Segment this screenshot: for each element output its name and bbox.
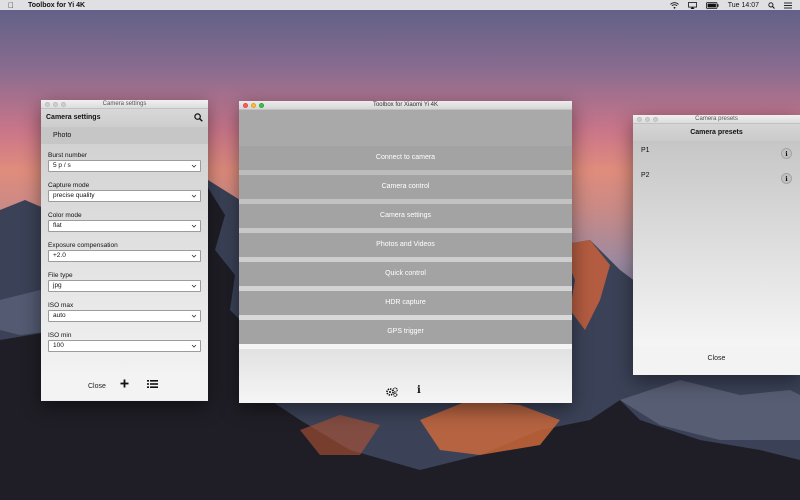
color-mode-select[interactable]: flat [48, 220, 201, 232]
window-controls [637, 117, 658, 122]
zoom-window-button[interactable] [259, 103, 264, 108]
preset-label: P1 [641, 147, 650, 154]
file-type-select[interactable]: jpg [48, 280, 201, 292]
gears-icon[interactable] [386, 387, 398, 397]
burst-number-select[interactable]: 5 p / s [48, 160, 201, 172]
select-value: flat [53, 222, 62, 229]
gps-trigger-button[interactable]: GPS trigger [239, 320, 572, 344]
chevron-down-icon [191, 194, 197, 198]
close-window-button[interactable] [637, 117, 642, 122]
capture-mode-select[interactable]: precise quality [48, 190, 201, 202]
presets-list: P1 i P2 i [633, 141, 800, 346]
chevron-down-icon [191, 164, 197, 168]
camera-settings-window: Camera settings Camera settings Photo Bu… [41, 100, 208, 401]
field-label-iso-min: ISO min [48, 332, 72, 339]
field-label-file-type: File type [48, 272, 73, 279]
field-label-burst-number: Burst number [48, 152, 88, 159]
close-button[interactable]: Close [88, 383, 106, 390]
select-value: 100 [53, 342, 64, 349]
select-value: +2.0 [53, 252, 66, 259]
zoom-window-button[interactable] [61, 102, 66, 107]
window-title: Camera presets [695, 116, 738, 122]
apple-menu-icon[interactable]:  [8, 1, 14, 10]
settings-header-title: Camera settings [46, 114, 101, 121]
menu-app-name[interactable]: Toolbox for Yi 4K [28, 2, 85, 9]
window-controls [45, 102, 66, 107]
add-icon[interactable] [120, 379, 129, 388]
main-window: Toolbox for Xiaomi Yi 4K Connect to came… [239, 101, 572, 403]
settings-header: Camera settings [41, 109, 208, 127]
field-label-capture-mode: Capture mode [48, 182, 90, 189]
main-header-area [239, 110, 572, 146]
quick-control-button[interactable]: Quick control [239, 262, 572, 286]
spotlight-search-icon[interactable] [768, 1, 775, 9]
chevron-down-icon [191, 254, 197, 258]
camera-presets-window: Camera presets Camera presets P1 i P2 i … [633, 115, 800, 375]
notification-center-icon[interactable] [784, 2, 792, 9]
select-value: jpg [53, 282, 62, 289]
minimize-window-button[interactable] [251, 103, 256, 108]
main-menu: Connect to camera Camera control Camera … [239, 146, 572, 344]
presets-header: Camera presets [633, 124, 800, 141]
chevron-down-icon [191, 344, 197, 348]
camera-settings-button[interactable]: Camera settings [239, 204, 572, 228]
menu-bar-status-area: Tue 14:07 [669, 0, 792, 10]
battery-icon[interactable] [705, 1, 719, 9]
select-value: precise quality [53, 192, 95, 199]
preset-label: P2 [641, 172, 650, 179]
menu-bar-clock[interactable]: Tue 14:07 [728, 2, 759, 9]
select-value: 5 p / s [53, 162, 71, 169]
preset-info-icon[interactable]: i [781, 173, 792, 184]
presets-close-button[interactable]: Close [708, 355, 726, 362]
iso-max-select[interactable]: auto [48, 310, 201, 322]
camera-control-button[interactable]: Camera control [239, 175, 572, 199]
main-window-titlebar[interactable]: Toolbox for Xiaomi Yi 4K [239, 101, 572, 110]
select-value: auto [53, 312, 66, 319]
preset-item-p1[interactable]: P1 i [633, 146, 800, 171]
list-icon[interactable] [147, 380, 158, 388]
close-window-button[interactable] [45, 102, 50, 107]
main-footer: i [239, 349, 572, 403]
camera-presets-titlebar[interactable]: Camera presets [633, 115, 800, 124]
preset-info-icon[interactable]: i [781, 148, 792, 159]
minimize-window-button[interactable] [645, 117, 650, 122]
search-icon[interactable] [194, 113, 203, 122]
preset-item-p2[interactable]: P2 i [633, 171, 800, 196]
iso-min-select[interactable]: 100 [48, 340, 201, 352]
chevron-down-icon [191, 224, 197, 228]
field-label-exposure-compensation: Exposure compensation [48, 242, 118, 249]
connect-to-camera-button[interactable]: Connect to camera [239, 146, 572, 170]
zoom-window-button[interactable] [653, 117, 658, 122]
field-label-color-mode: Color mode [48, 212, 82, 219]
settings-footer: Close [41, 372, 208, 400]
window-controls [243, 103, 264, 108]
hdr-capture-button[interactable]: HDR capture [239, 291, 572, 315]
settings-fields: Burst number 5 p / s Capture mode precis… [41, 144, 208, 372]
camera-settings-titlebar[interactable]: Camera settings [41, 100, 208, 109]
field-label-iso-max: ISO max [48, 302, 74, 309]
menu-bar:  Toolbox for Yi 4K Tue 14:07 [0, 0, 800, 10]
chevron-down-icon [191, 284, 197, 288]
airplay-icon[interactable] [687, 1, 697, 9]
chevron-down-icon [191, 314, 197, 318]
section-photo[interactable]: Photo [41, 127, 208, 144]
minimize-window-button[interactable] [53, 102, 58, 107]
photos-and-videos-button[interactable]: Photos and Videos [239, 233, 572, 257]
close-window-button[interactable] [243, 103, 248, 108]
window-title: Camera settings [102, 101, 147, 107]
window-title: Toolbox for Xiaomi Yi 4K [372, 102, 439, 108]
presets-footer: Close [633, 346, 800, 375]
exposure-compensation-select[interactable]: +2.0 [48, 250, 201, 262]
info-icon[interactable]: i [417, 385, 421, 396]
wifi-icon[interactable] [669, 1, 679, 9]
